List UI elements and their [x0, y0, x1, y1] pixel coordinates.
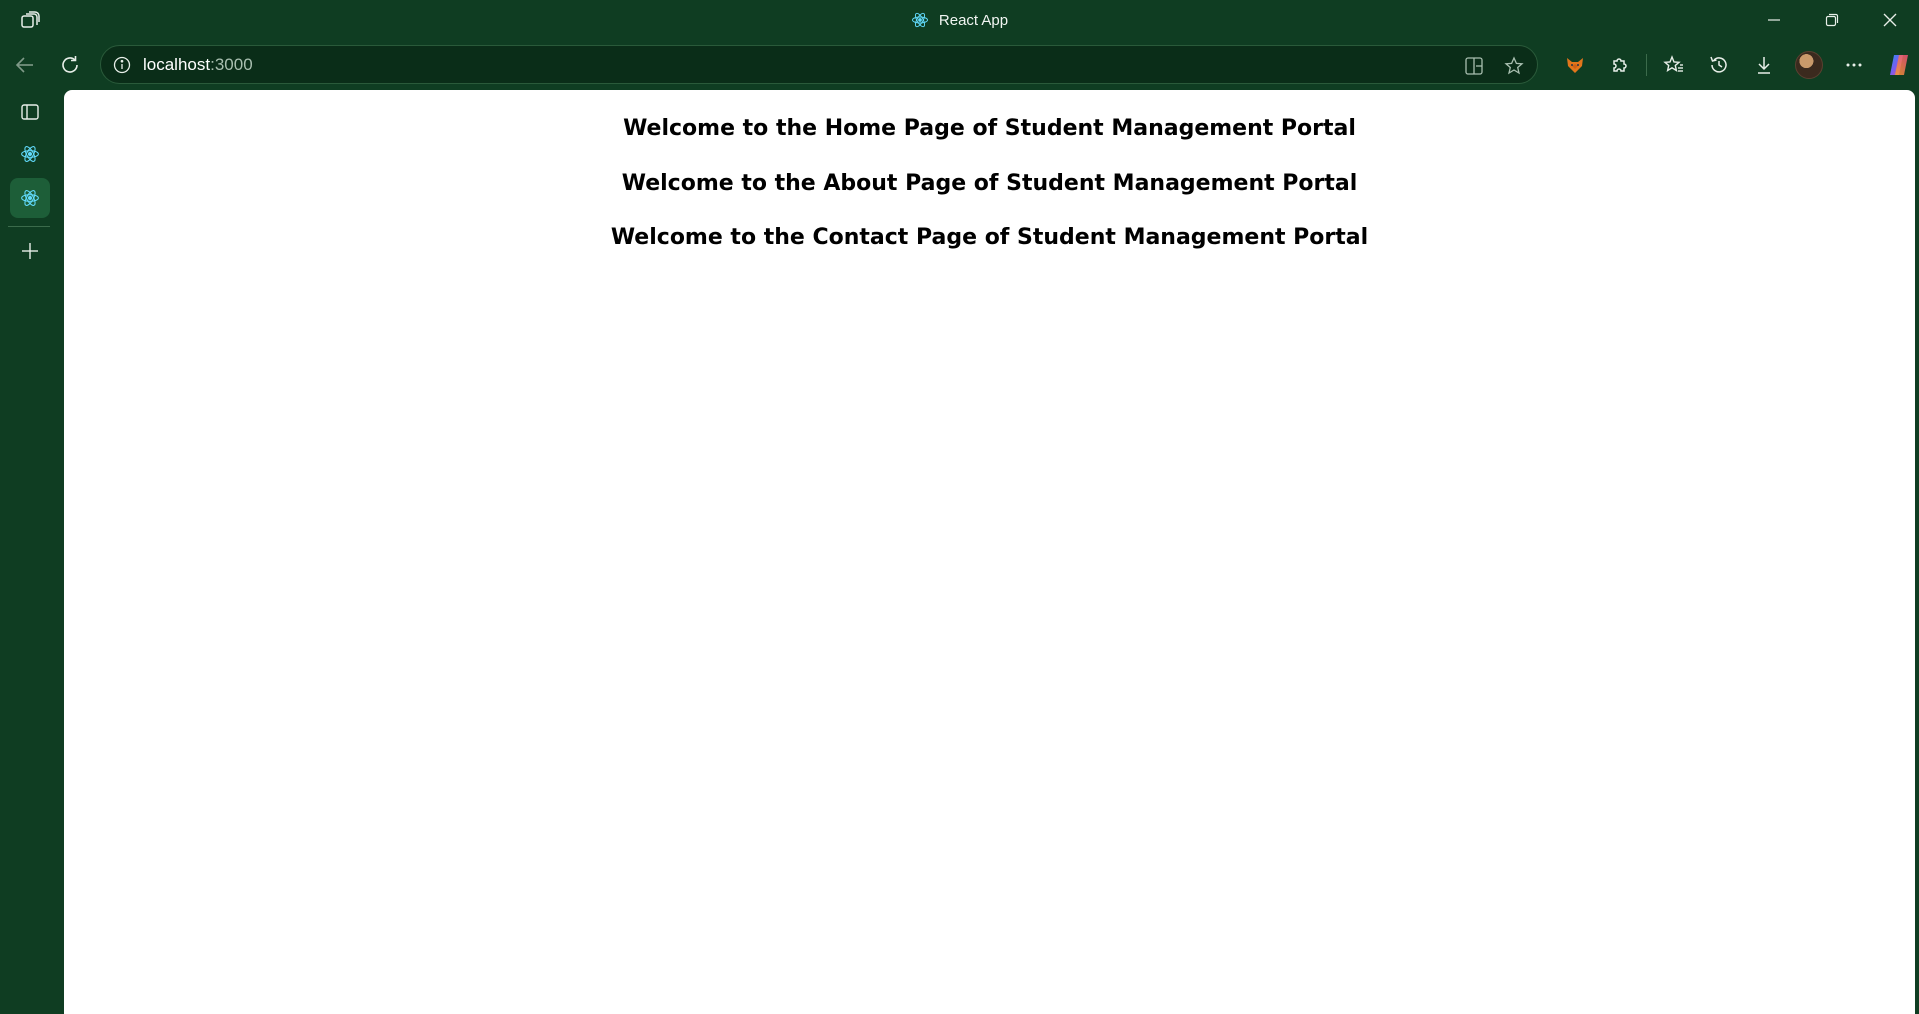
- window-title-text: React App: [938, 11, 1009, 29]
- url-text[interactable]: localhost:3000: [143, 55, 253, 75]
- home-heading: Welcome to the Home Page of Student Mana…: [623, 116, 1356, 141]
- url-host: localhost: [143, 54, 211, 74]
- more-icon[interactable]: [1831, 44, 1876, 85]
- puzzle-icon[interactable]: [1597, 44, 1642, 85]
- contact-heading: Welcome to the Contact Page of Student M…: [610, 225, 1369, 250]
- vertical-tab-strip: [0, 90, 60, 1014]
- minimize-button[interactable]: [1745, 0, 1803, 40]
- window-title: React App: [0, 0, 1919, 40]
- window-controls: [1745, 0, 1919, 40]
- react-icon: [20, 144, 40, 164]
- copilot-icon[interactable]: [1876, 44, 1919, 85]
- close-button[interactable]: [1861, 0, 1919, 40]
- back-arrow-icon[interactable]: [7, 44, 43, 85]
- tab-react-app-1[interactable]: [10, 134, 50, 174]
- address-bar[interactable]: localhost:3000: [100, 45, 1538, 84]
- about-heading: Welcome to the About Page of Student Man…: [621, 171, 1358, 196]
- react-icon: [20, 188, 40, 208]
- avatar[interactable]: [1794, 50, 1823, 79]
- info-icon[interactable]: [111, 54, 133, 76]
- title-bar: React App: [0, 0, 1919, 40]
- restore-button[interactable]: [1803, 0, 1861, 40]
- tab-react-app-2[interactable]: [10, 178, 50, 218]
- star-icon[interactable]: [1499, 51, 1529, 81]
- plus-icon[interactable]: [10, 231, 50, 271]
- react-icon: [911, 11, 929, 29]
- reload-icon[interactable]: [52, 44, 88, 85]
- history-icon[interactable]: [1696, 44, 1741, 85]
- toolbar-tools: [1552, 44, 1919, 85]
- page-content: Welcome to the Home Page of Student Mana…: [64, 90, 1915, 1014]
- url-port: :3000: [210, 54, 253, 74]
- fox-extension-icon[interactable]: [1552, 44, 1597, 85]
- download-icon[interactable]: [1741, 44, 1786, 85]
- sidebar-divider: [8, 226, 50, 227]
- vertical-tabs-icon[interactable]: [10, 92, 50, 132]
- split-screen-icon[interactable]: [1459, 51, 1489, 81]
- favorites-icon[interactable]: [1651, 44, 1696, 85]
- toolbar-divider: [1646, 53, 1647, 76]
- browser-toolbar: localhost:3000: [0, 44, 1919, 85]
- profile-button[interactable]: [1786, 44, 1831, 85]
